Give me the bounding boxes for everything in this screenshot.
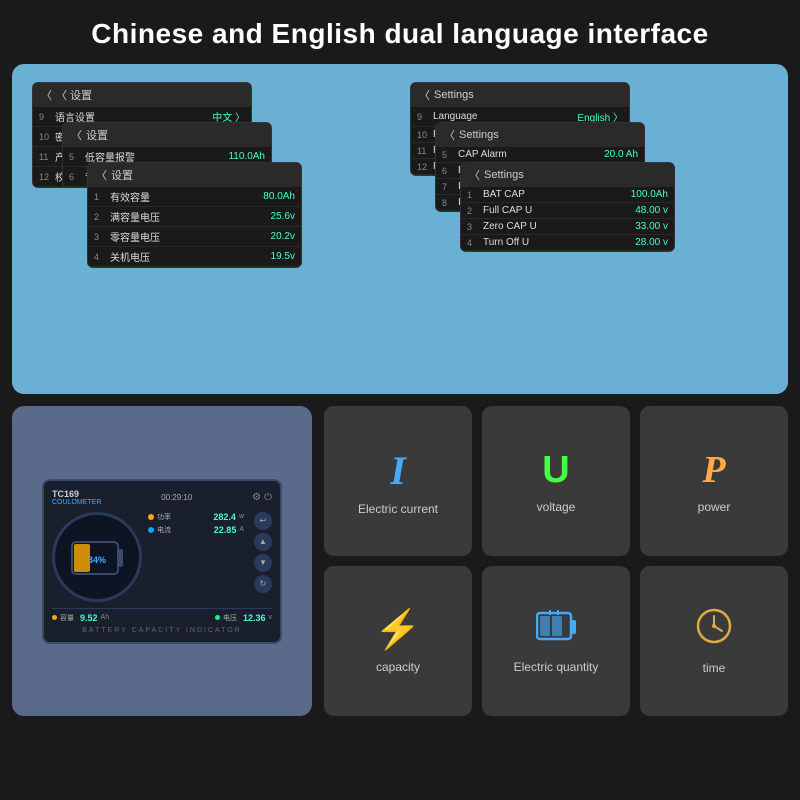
en-screen-stack: 〈 Settings 9 Language English 〉 10 Passw… (410, 82, 768, 376)
cn-header-3: 〈 设置 (88, 163, 301, 187)
feature-card-capacity: ⚡ capacity (324, 566, 472, 716)
stat-voltage: 电压 12.36 v (215, 613, 272, 623)
cn-header-1: 〈 〈 设置 (33, 83, 251, 107)
en-row-3-1: 1 BAT CAP 100.0Ah (461, 187, 674, 203)
electric-quantity-icon (536, 608, 576, 652)
nav-down-button[interactable]: ▼ (254, 554, 272, 572)
nav-up-button[interactable]: ▲ (254, 533, 272, 551)
electric-quantity-label: Electric quantity (514, 660, 599, 674)
device-time: 00:29:10 (161, 493, 192, 502)
en-back-icon-3: 〈 (469, 167, 480, 183)
dual-language-panel: 〈 〈 设置 9 语言设置 中文 〉 10 密码设置 11 产品信息 12 (12, 64, 788, 394)
device-main: 34% 功率 282.4 w 电流 22.85 A (52, 512, 272, 602)
en-row-3-3: 3 Zero CAP U 33.00 v (461, 219, 674, 235)
time-label: time (703, 661, 726, 675)
capacity-label: capacity (376, 660, 420, 674)
bottom-panel: TC169 COULOMETER 00:29:10 ⚙ ⏻ (12, 406, 788, 716)
page-title: Chinese and English dual language interf… (20, 18, 780, 50)
english-side: 〈 Settings 9 Language English 〉 10 Passw… (410, 82, 768, 376)
voltage-label: voltage (537, 500, 576, 514)
cn-back-icon-1: 〈 (41, 87, 52, 103)
device-top-bar: TC169 COULOMETER 00:29:10 ⚙ ⏻ (52, 489, 272, 506)
nav-back-button[interactable]: ↩ (254, 512, 272, 530)
power-dot (148, 514, 154, 520)
nav-enter-button[interactable]: ↻ (254, 575, 272, 593)
cn-screen-stack: 〈 〈 设置 9 语言设置 中文 〉 10 密码设置 11 产品信息 12 (32, 82, 390, 376)
power-icon: ⏻ (264, 492, 272, 503)
cn-row-3-2: 2 满容量电压 25.6v (88, 207, 301, 227)
settings-icon: ⚙ (252, 492, 261, 503)
stat-power: 功率 282.4 w (148, 512, 244, 522)
feature-card-voltage: U voltage (482, 406, 630, 556)
cn-row-3-3: 3 零容量电压 20.2v (88, 227, 301, 247)
en-row-2-1: 5 CAP Alarm 20.0 Ah (436, 147, 644, 163)
capacity-icon: ⚡ (374, 608, 421, 652)
power-icon-feat: P (702, 448, 725, 492)
device-circle-area: 34% (52, 512, 142, 602)
page-header: Chinese and English dual language interf… (0, 0, 800, 64)
stat-capacity: 容量 9.52 Ah (52, 613, 109, 623)
features-grid: I Electric current U voltage P power ⚡ c… (324, 406, 788, 716)
device-display: TC169 COULOMETER 00:29:10 ⚙ ⏻ (42, 479, 282, 644)
cn-back-icon-3: 〈 (96, 167, 107, 183)
chinese-side: 〈 〈 设置 9 语言设置 中文 〉 10 密码设置 11 产品信息 12 (32, 82, 390, 376)
cn-screen-3: 〈 设置 1 有效容量 80.0Ah 2 满容量电压 25.6v 3 零容量电压… (87, 162, 302, 268)
stat-current: 电流 22.85 A (148, 525, 244, 535)
device-circle: 34% (52, 512, 142, 602)
en-back-icon-2: 〈 (444, 127, 455, 143)
device-stats: 功率 282.4 w 电流 22.85 A (148, 512, 244, 602)
feature-card-electric-quantity: Electric quantity (482, 566, 630, 716)
en-screen-3: 〈 Settings 1 BAT CAP 100.0Ah 2 Full CAP … (460, 162, 675, 252)
device-bottom-bar: 容量 9.52 Ah 电压 12.36 v (52, 608, 272, 623)
en-back-icon-1: 〈 (419, 87, 430, 103)
current-label: Electric current (358, 502, 438, 516)
feature-card-power: P power (640, 406, 788, 556)
battery-circle-icon: 34% (67, 527, 127, 587)
device-nav-buttons[interactable]: ↩ ▲ ▼ ↻ (254, 512, 272, 602)
cn-row-3-4: 4 关机电压 19.5v (88, 247, 301, 267)
en-row-3-4: 4 Turn Off U 28.00 v (461, 235, 674, 251)
cn-back-icon-2: 〈 (71, 127, 82, 143)
power-label: power (698, 500, 731, 514)
device-model: COULOMETER (52, 499, 101, 506)
en-header-1: 〈 Settings (411, 83, 629, 107)
feature-card-current: I Electric current (324, 406, 472, 556)
en-header-2: 〈 Settings (436, 123, 644, 147)
cn-row-3-1: 1 有效容量 80.0Ah (88, 187, 301, 207)
device-brand: TC169 (52, 489, 101, 499)
device-info: TC169 COULOMETER (52, 489, 101, 506)
device-section: TC169 COULOMETER 00:29:10 ⚙ ⏻ (12, 406, 312, 716)
en-header-3: 〈 Settings (461, 163, 674, 187)
device-icons: ⚙ ⏻ (252, 492, 272, 503)
time-icon (695, 607, 733, 653)
svg-text:34%: 34% (88, 555, 106, 565)
en-row-3-2: 2 Full CAP U 48.00 v (461, 203, 674, 219)
current-icon: I (390, 447, 406, 494)
feature-card-time: time (640, 566, 788, 716)
voltage-icon: U (542, 449, 569, 492)
device-footer: BATTERY CAPACITY INDICATOR (52, 627, 272, 634)
current-dot (148, 527, 154, 533)
cn-header-2: 〈 设置 (63, 123, 271, 147)
